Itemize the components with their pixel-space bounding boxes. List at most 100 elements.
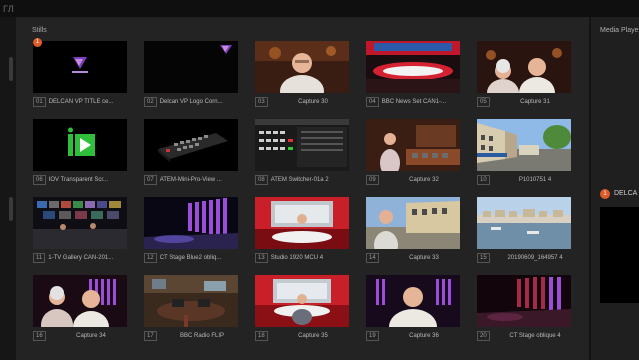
still-item[interactable]: 17 BBC Radio FLIP [144,275,238,341]
still-item[interactable]: 03 Capture 30 [255,41,349,107]
still-thumbnail[interactable] [144,275,238,327]
still-thumbnail[interactable] [144,41,238,93]
still-item[interactable]: 16 Capture 34 [33,275,127,341]
still-thumbnail[interactable] [477,275,571,327]
still-label: 16 Capture 34 [33,331,127,341]
still-item[interactable]: 18 Capture 35 [255,275,349,341]
still-item[interactable]: 20 CT Stage oblique 4 [477,275,571,341]
still-caption: 1-TV Gallery CAN-201... [48,255,114,261]
still-number: 05 [477,97,490,107]
still-number: 20 [477,331,490,341]
still-caption: Capture 32 [409,177,439,183]
still-label: 02 Delcan VP Logo Corn... [144,97,238,107]
still-caption: CT Stage oblique 4 [509,333,561,339]
still-number: 14 [366,253,379,263]
still-caption: BBC Radio FLIP [179,333,225,339]
still-thumbnail[interactable] [255,197,349,249]
still-label: 06 IOV Transparent Scr... [33,175,127,185]
media-player-panel: Media Playe 1 DELCA [591,17,639,360]
player-clip-name: DELCA [614,190,638,197]
still-thumbnail[interactable] [255,41,349,93]
stills-grid: 01 DELCAN VP TITLE ce... 02 Delcan VP Logo… [33,41,571,341]
still-label: 03 Capture 30 [255,97,349,107]
still-caption: Capture 35 [298,333,328,339]
top-bar-text: ГЛ [3,4,15,14]
still-label: 01 DELCAN VP TITLE ce... [33,97,127,107]
still-caption: P1010751 4 [518,177,552,183]
still-number: 01 [33,97,46,107]
still-number: 11 [33,253,46,263]
still-number: 15 [477,253,490,263]
still-label: 14 Capture 33 [366,253,460,263]
still-number: 10 [477,175,490,185]
still-caption: Capture 34 [76,333,106,339]
still-item[interactable]: 02 Delcan VP Logo Corn... [144,41,238,107]
still-item[interactable]: 04 BBC News Set CAN1-... [366,41,460,107]
still-caption: Capture 36 [409,333,439,339]
still-item[interactable]: 05 Capture 31 [477,41,571,107]
stills-title: Stills [32,27,47,34]
still-thumbnail[interactable] [144,197,238,249]
still-label: 10 P1010751 4 [477,175,571,185]
still-thumbnail[interactable] [33,275,127,327]
still-label: 07 ATEM-Mini-Pro-View ... [144,175,238,185]
still-item[interactable]: 09 Capture 32 [366,119,460,185]
still-label: 08 ATEM Switcher-01a 2 [255,175,349,185]
still-thumbnail[interactable] [33,41,127,93]
still-number: 08 [255,175,268,185]
still-label: 11 1-TV Gallery CAN-201... [33,253,127,263]
still-item[interactable]: 15 20190609_164957 4 [477,197,571,263]
resize-handle[interactable] [9,197,13,221]
still-thumbnail[interactable] [33,119,127,171]
still-caption: Capture 31 [520,99,550,105]
still-thumbnail[interactable] [477,197,571,249]
still-number: 09 [366,175,379,185]
still-thumbnail[interactable] [477,41,571,93]
still-caption: CT Stage Blue2 obliq... [159,255,222,261]
left-panel-edge [0,17,16,360]
still-label: 04 BBC News Set CAN1-... [366,97,460,107]
still-thumbnail[interactable] [366,275,460,327]
still-thumbnail[interactable] [144,119,238,171]
still-label: 20 CT Stage oblique 4 [477,331,571,341]
still-thumbnail[interactable] [255,275,349,327]
still-item[interactable]: 08 ATEM Switcher-01a 2 [255,119,349,185]
still-item[interactable]: 12 CT Stage Blue2 obliq... [144,197,238,263]
still-label: 18 Capture 35 [255,331,349,341]
still-thumbnail[interactable] [33,197,127,249]
still-item[interactable]: 01 DELCAN VP TITLE ce... [33,41,127,107]
player-preview[interactable] [600,207,639,303]
still-label: 09 Capture 32 [366,175,460,185]
still-item[interactable]: 13 Studio 1920 MCU 4 [255,197,349,263]
still-number: 13 [255,253,268,263]
still-item[interactable]: 10 P1010751 4 [477,119,571,185]
still-item[interactable]: 06 IOV Transparent Scr... [33,119,127,185]
still-number: 18 [255,331,268,341]
still-item[interactable]: 14 Capture 33 [366,197,460,263]
still-caption: Delcan VP Logo Corn... [159,99,223,105]
still-item[interactable]: 11 1-TV Gallery CAN-201... [33,197,127,263]
still-label: 15 20190609_164957 4 [477,253,571,263]
still-thumbnail[interactable] [366,197,460,249]
still-item[interactable]: 19 Capture 36 [366,275,460,341]
still-caption: DELCAN VP TITLE ce... [48,99,114,105]
still-thumbnail[interactable] [366,119,460,171]
still-label: 13 Studio 1920 MCU 4 [255,253,349,263]
top-bar: ГЛ [0,0,639,17]
resize-handle[interactable] [9,57,13,81]
still-number: 16 [33,331,46,341]
still-number: 17 [144,331,157,341]
still-number: 19 [366,331,379,341]
still-number: 03 [255,97,268,107]
still-label: 05 Capture 31 [477,97,571,107]
still-label: 19 Capture 36 [366,331,460,341]
still-thumbnail[interactable] [366,41,460,93]
still-thumbnail[interactable] [255,119,349,171]
still-thumbnail[interactable] [477,119,571,171]
still-caption: Studio 1920 MCU 4 [270,255,324,261]
still-number: 07 [144,175,157,185]
still-number: 06 [33,175,46,185]
still-caption: Capture 30 [298,99,328,105]
stills-panel: Stills 1 01 DELCAN VP TITLE ce... 02 Del… [16,17,589,360]
still-item[interactable]: 07 ATEM-Mini-Pro-View ... [144,119,238,185]
